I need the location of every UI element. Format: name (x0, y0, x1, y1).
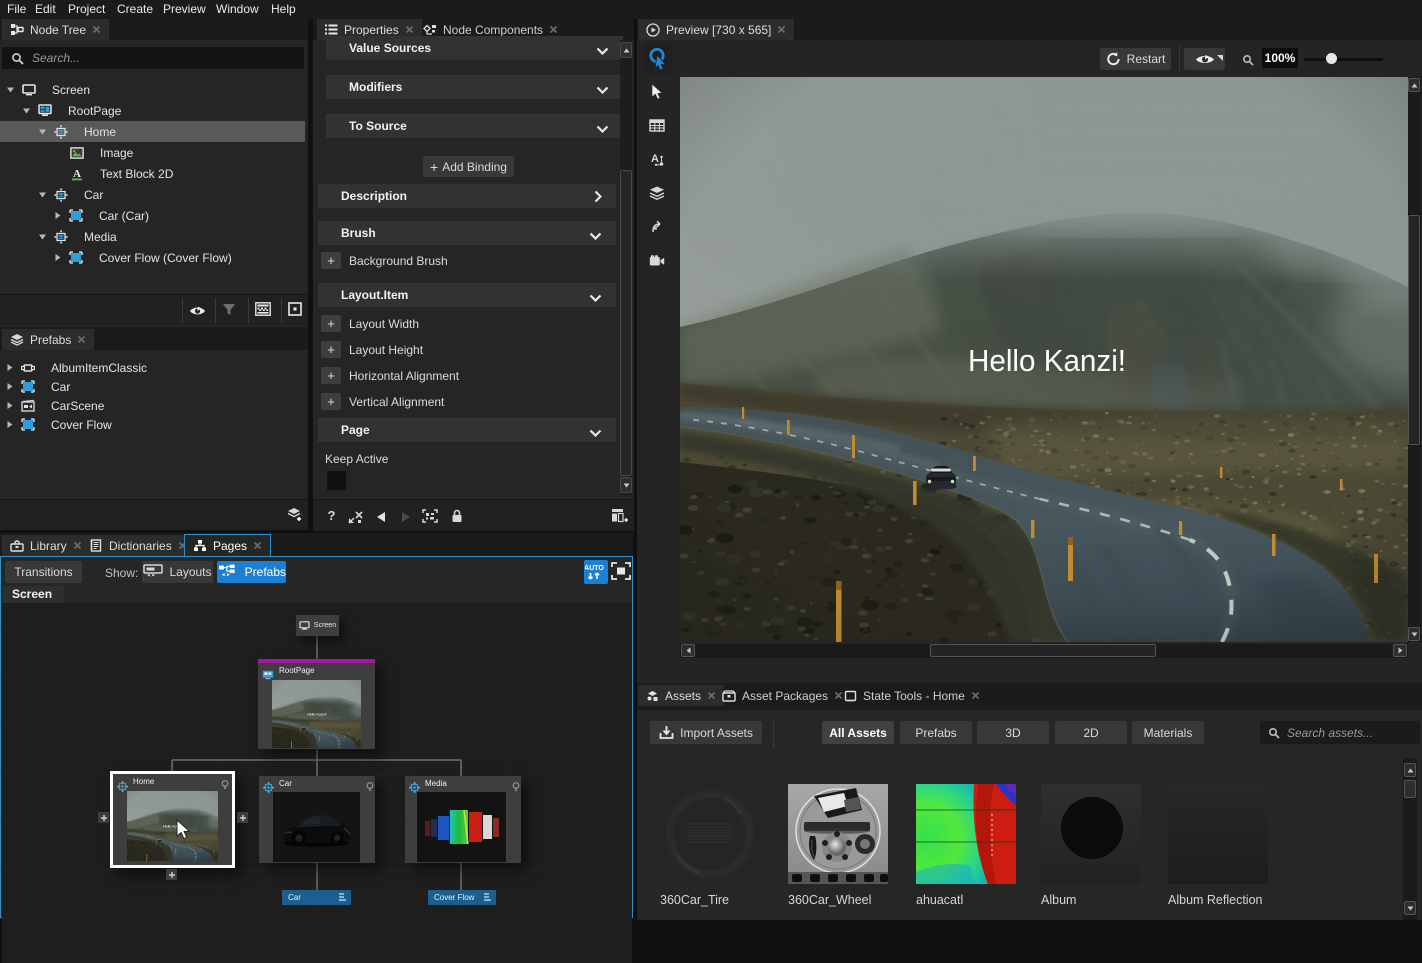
svg-text:A: A (73, 168, 81, 180)
svg-text:AUTO: AUTO (585, 565, 604, 572)
svg-text:?: ? (328, 509, 336, 522)
svg-text:A: A (651, 153, 659, 165)
